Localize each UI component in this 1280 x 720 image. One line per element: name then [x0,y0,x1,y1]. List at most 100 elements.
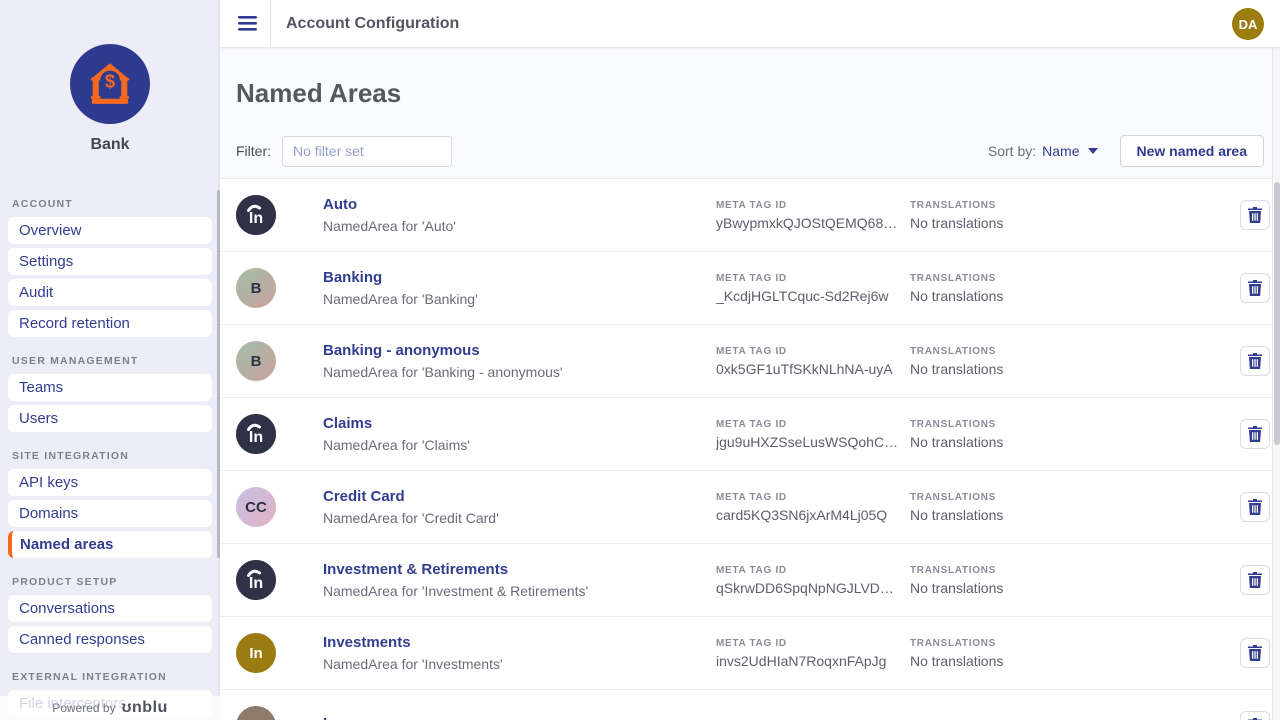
delete-button[interactable] [1240,565,1270,595]
meta-column: META TAG ID card5KQ3SN6jxArM4Lj05Q [716,492,910,523]
name-column: Banking NamedArea for 'Banking' [323,269,716,307]
translations-label: TRANSLATIONS [910,419,1240,430]
page-title: Account Configuration [286,15,459,33]
meta-tag-id-value: _KcdjHGLTCquc-Sd2Rej6w [716,288,901,304]
sidebar-item-record-retention[interactable]: Record retention [8,310,212,337]
delete-button[interactable] [1240,200,1270,230]
name-column: Investments NamedArea for 'Investments' [323,634,716,672]
named-area-name[interactable]: Loans [323,715,716,720]
trash-icon [1248,280,1262,296]
sidebar-footer: Powered by ʊnblu [0,696,220,720]
sidebar-item-conversations[interactable]: Conversations [8,595,212,622]
translations-column: TRANSLATIONS No translations [910,273,1240,304]
org-name: Bank [0,136,220,154]
named-area-description: NamedArea for 'Banking - anonymous' [323,364,716,380]
sidebar-item-settings[interactable]: Settings [8,248,212,275]
row-avatar: In [236,560,276,600]
named-area-name[interactable]: Investments [323,634,716,651]
delete-button[interactable] [1240,492,1270,522]
named-area-row: Loans META TAG ID TRANSLATIONS [220,690,1280,720]
meta-tag-id-label: META TAG ID [716,565,910,576]
meta-column: META TAG ID yBwypmxkQJOStQEMQ68… [716,200,910,231]
sidebar-item-teams[interactable]: Teams [8,374,212,401]
section-heading: Named Areas [236,78,1280,109]
named-area-description: NamedArea for 'Investment & Retirements' [323,583,716,599]
sidebar-item-users[interactable]: Users [8,405,212,432]
translations-column: TRANSLATIONS No translations [910,492,1240,523]
content-scrollbar[interactable] [1272,48,1280,720]
sort-label: Sort by: [988,143,1036,159]
named-area-row: In Investments NamedArea for 'Investment… [220,617,1280,690]
named-area-row: B Banking NamedArea for 'Banking' META T… [220,252,1280,325]
translations-label: TRANSLATIONS [910,492,1240,503]
sidebar-item-domains[interactable]: Domains [8,500,212,527]
sidebar-scrollbar-thumb[interactable] [217,190,220,558]
user-avatar[interactable]: DA [1232,8,1264,40]
translations-column: TRANSLATIONS No translations [910,346,1240,377]
delete-button[interactable] [1240,638,1270,668]
row-avatar: In [236,414,276,454]
row-avatar [236,706,276,720]
sidebar-item-api-keys[interactable]: API keys [8,469,212,496]
delete-button[interactable] [1240,346,1270,376]
meta-tag-id-value: invs2UdHIaN7RoqxnFApJg [716,653,901,669]
org-block: $ Bank [0,0,220,154]
meta-tag-id-label: META TAG ID [716,273,910,284]
sidebar-section-label: PRODUCT SETUP [12,576,208,588]
meta-tag-id-label: META TAG ID [716,419,910,430]
sidebar: $ Bank ACCOUNTOverviewSettingsAuditRecor… [0,0,220,720]
translations-column: TRANSLATIONS No translations [910,419,1240,450]
new-named-area-button[interactable]: New named area [1120,135,1265,167]
delete-button[interactable] [1240,419,1270,449]
named-area-row: B Banking - anonymous NamedArea for 'Ban… [220,325,1280,398]
translations-value: No translations [910,580,1095,596]
meta-tag-id-label: META TAG ID [716,638,910,649]
delete-button[interactable] [1240,273,1270,303]
meta-tag-id-label: META TAG ID [716,492,910,503]
sidebar-item-named-areas[interactable]: Named areas [8,531,212,558]
named-area-name[interactable]: Investment & Retirements [323,561,716,578]
translations-label: TRANSLATIONS [910,565,1240,576]
named-area-name[interactable]: Auto [323,196,716,213]
trash-icon [1248,645,1262,661]
named-area-name[interactable]: Claims [323,415,716,432]
named-area-description: NamedArea for 'Investments' [323,656,716,672]
bank-logo-icon: $ [70,44,150,124]
delete-button[interactable] [1240,711,1270,720]
named-area-name[interactable]: Credit Card [323,488,716,505]
trash-icon [1248,207,1262,223]
svg-text:In: In [249,210,263,227]
meta-tag-id-value: jgu9uHXZSseLusWSQohC… [716,434,901,450]
name-column: Credit Card NamedArea for 'Credit Card' [323,488,716,526]
hamburger-icon [238,16,257,31]
meta-tag-id-label: META TAG ID [716,200,910,211]
sidebar-item-audit[interactable]: Audit [8,279,212,306]
named-area-row: CC Credit Card NamedArea for 'Credit Car… [220,471,1280,544]
sidebar-item-overview[interactable]: Overview [8,217,212,244]
sidebar-nav: ACCOUNTOverviewSettingsAuditRecord reten… [0,170,220,717]
unblu-logo-icon: In [236,414,276,454]
row-avatar: In [236,633,276,673]
sidebar-item-canned-responses[interactable]: Canned responses [8,626,212,653]
sort-select[interactable]: Name [1042,143,1097,159]
named-area-row: In Investment & Retirements NamedArea fo… [220,544,1280,617]
translations-value: No translations [910,361,1095,377]
menu-button[interactable] [224,0,270,47]
named-area-name[interactable]: Banking - anonymous [323,342,716,359]
translations-value: No translations [910,288,1095,304]
topbar-divider [270,0,271,47]
translations-label: TRANSLATIONS [910,273,1240,284]
meta-tag-id-label: META TAG ID [716,346,910,357]
row-avatar: B [236,268,276,308]
controls-bar: Filter: Sort by: Name New named area [236,135,1264,167]
named-area-name[interactable]: Banking [323,269,716,286]
named-area-description: NamedArea for 'Credit Card' [323,510,716,526]
meta-column: META TAG ID qSkrwDD6SpqNpNGJLVD… [716,565,910,596]
unblu-logo-icon: In [236,560,276,600]
filter-input[interactable] [282,136,452,167]
sidebar-section-label: USER MANAGEMENT [12,355,208,367]
content-scrollbar-thumb[interactable] [1274,182,1280,445]
meta-column: META TAG ID invs2UdHIaN7RoqxnFApJg [716,638,910,669]
meta-tag-id-value: 0xk5GF1uTfSKkNLhNA-uyA [716,361,901,377]
filter-label: Filter: [236,143,271,159]
